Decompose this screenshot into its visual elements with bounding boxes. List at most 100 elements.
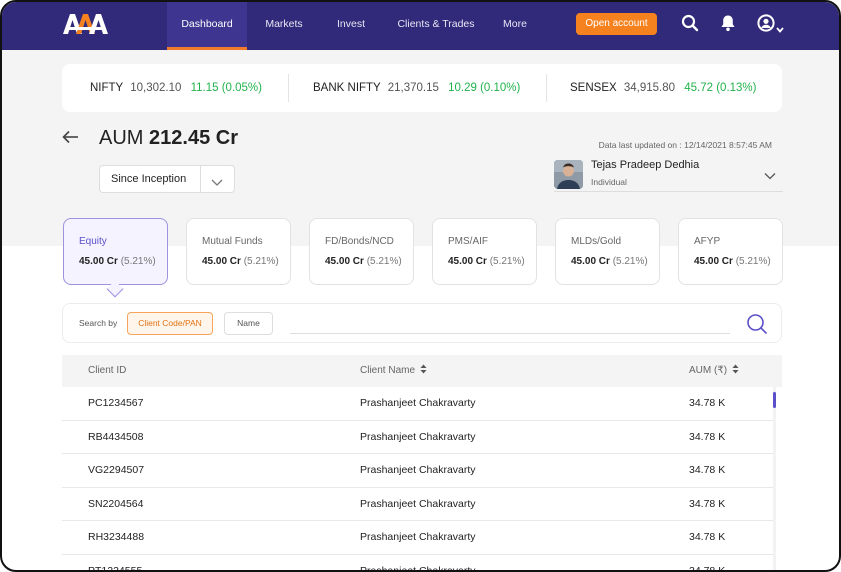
ticker-sensex[interactable]: SENSEX 34,915.80 45.72 (0.13%) [570,64,757,112]
nav-dashboard[interactable]: Dashboard [167,2,247,50]
period-dropdown[interactable]: Since Inception [99,165,235,193]
open-account-button[interactable]: Open account [576,13,657,35]
asset-amount: 45.00 Cr [79,256,118,267]
divider [200,166,201,192]
table-row[interactable]: SN2204564 Prashanjeet Chakravarty 34.78 … [62,487,774,521]
table-row[interactable]: RH3234488 Prashanjeet Chakravarty 34.78 … [62,521,774,555]
scrollbar-track[interactable] [773,387,776,570]
asset-card-value: 45.00 Cr (5.21%) [79,256,156,267]
table-row[interactable]: PC1234567 Prashanjeet Chakravarty 34.78 … [62,387,774,421]
chevron-down-icon[interactable] [764,167,776,185]
asset-percent: (5.21%) [366,256,402,267]
asset-card-fd-bonds-ncd[interactable]: FD/Bonds/NCD 45.00 Cr (5.21%) [309,218,414,285]
nav-markets[interactable]: Markets [252,2,316,50]
cell-aum: 34.78 K [689,497,726,510]
top-navigation-bar: Dashboard Markets Invest Clients & Trade… [2,2,839,50]
column-header-label: AUM (₹) [689,365,728,376]
cell-client-name: Prashanjeet Chakravarty [360,531,476,543]
asset-card-label: FD/Bonds/NCD [325,236,394,247]
column-header-aum[interactable]: AUM (₹) [689,355,739,388]
cell-client-name: Prashanjeet Chakravarty [360,430,476,443]
brand-logo[interactable] [62,12,110,36]
cell-client-id: RB4434508 [88,430,144,443]
client-name: Tejas Pradeep Dedhia [591,159,700,171]
cell-aum: 34.78 K [689,430,726,443]
cell-client-id: PC1234567 [88,397,144,409]
cell-client-id: VG2294507 [88,464,145,476]
logo-icon [63,14,108,34]
search-icon[interactable] [681,14,699,37]
nav-more[interactable]: More [492,2,538,50]
ticker-name: NIFTY [90,82,124,94]
asset-card-afyp[interactable]: AFYP 45.00 Cr (5.21%) [678,218,783,285]
asset-card-value: 45.00 Cr (5.21%) [694,256,771,267]
nav-clients-trades[interactable]: Clients & Trades [390,2,482,50]
table-header: Client ID Client Name AUM (₹) [62,355,782,387]
cell-client-name: Prashanjeet Chakravarty [360,397,476,409]
asset-card-label: MLDs/Gold [571,236,622,247]
divider [288,74,289,102]
column-header-client-name[interactable]: Client Name [360,355,427,388]
cell-aum: 34.78 K [689,397,726,409]
nav-invest[interactable]: Invest [324,2,378,50]
client-table: Client ID Client Name AUM (₹) PC1234567 … [62,355,782,572]
asset-card-pms-aif[interactable]: PMS/AIF 45.00 Cr (5.21%) [432,218,537,285]
asset-card-mlds-gold[interactable]: MLDs/Gold 45.00 Cr (5.21%) [555,218,660,285]
page-title: AUM 212.45 Cr [99,127,238,150]
table-row[interactable]: VG2294507 Prashanjeet Chakravarty 34.78 … [62,454,774,488]
client-type: Individual [591,177,627,187]
user-icon[interactable] [757,14,775,37]
asset-card-label: AFYP [694,236,721,247]
asset-card-value: 45.00 Cr (5.21%) [571,256,648,267]
column-header-client-id: Client ID [88,365,127,376]
ticker-value: 10,302.10 [130,82,182,94]
bell-icon[interactable] [720,14,736,37]
back-arrow-icon[interactable] [62,130,79,149]
scrollbar-thumb[interactable] [773,392,776,408]
asset-card-label: Mutual Funds [202,236,263,247]
sort-icon[interactable] [732,356,739,388]
column-header-label: Client Name [360,365,416,376]
asset-amount: 45.00 Cr [448,256,487,267]
table-row[interactable]: RB4434508 Prashanjeet Chakravarty 34.78 … [62,420,774,454]
ticker-nifty[interactable]: NIFTY 10,302.10 11.15 (0.05%) [90,64,262,112]
search-option-name[interactable]: Name [224,312,273,335]
table-row[interactable]: PT1234555 Prashanjeet Chakravarty 34.78 … [62,554,774,572]
asset-percent: (5.21%) [120,256,156,267]
asset-card-value: 45.00 Cr (5.21%) [448,256,525,267]
asset-amount: 45.00 Cr [694,256,733,267]
asset-percent: (5.21%) [612,256,648,267]
asset-card-label: PMS/AIF [448,236,489,247]
asset-percent: (5.21%) [735,256,771,267]
asset-amount: 45.00 Cr [202,256,241,267]
aum-amount: 212.45 Cr [149,127,238,149]
asset-card-value: 45.00 Cr (5.21%) [202,256,279,267]
cell-aum: 34.78 K [689,564,726,572]
chevron-down-icon[interactable] [210,174,224,192]
ticker-value: 34,915.80 [623,82,676,94]
chevron-down-icon[interactable] [776,20,784,38]
avatar [554,160,583,189]
search-option-client-code[interactable]: Client Code/PAN [127,312,213,335]
sort-icon[interactable] [420,356,427,388]
ticker-change: 45.72 (0.13%) [684,82,757,94]
ticker-change: 10.29 (0.10%) [448,82,521,94]
cell-client-id: RH3234488 [88,531,145,543]
table-body: PC1234567 Prashanjeet Chakravarty 34.78 … [62,387,774,572]
asset-amount: 45.00 Cr [571,256,610,267]
cell-aum: 34.78 K [689,531,726,543]
asset-card-mutual-funds[interactable]: Mutual Funds 45.00 Cr (5.21%) [186,218,291,285]
asset-card-equity[interactable]: Equity 45.00 Cr (5.21%) [63,218,168,285]
asset-amount: 45.00 Cr [325,256,364,267]
cell-client-name: Prashanjeet Chakravarty [360,497,476,510]
client-selector[interactable]: Tejas Pradeep Dedhia Individual [554,157,783,192]
ticker-bank-nifty[interactable]: BANK NIFTY 21,370.15 10.29 (0.10%) [313,64,520,112]
ticker-name: SENSEX [570,82,617,94]
aum-prefix: AUM [99,127,144,149]
search-input[interactable] [290,333,730,334]
market-ticker: NIFTY 10,302.10 11.15 (0.05%) BANK NIFTY… [62,64,782,112]
asset-card-value: 45.00 Cr (5.21%) [325,256,402,267]
asset-percent: (5.21%) [489,256,525,267]
search-icon[interactable] [746,313,768,340]
cell-aum: 34.78 K [689,464,726,476]
